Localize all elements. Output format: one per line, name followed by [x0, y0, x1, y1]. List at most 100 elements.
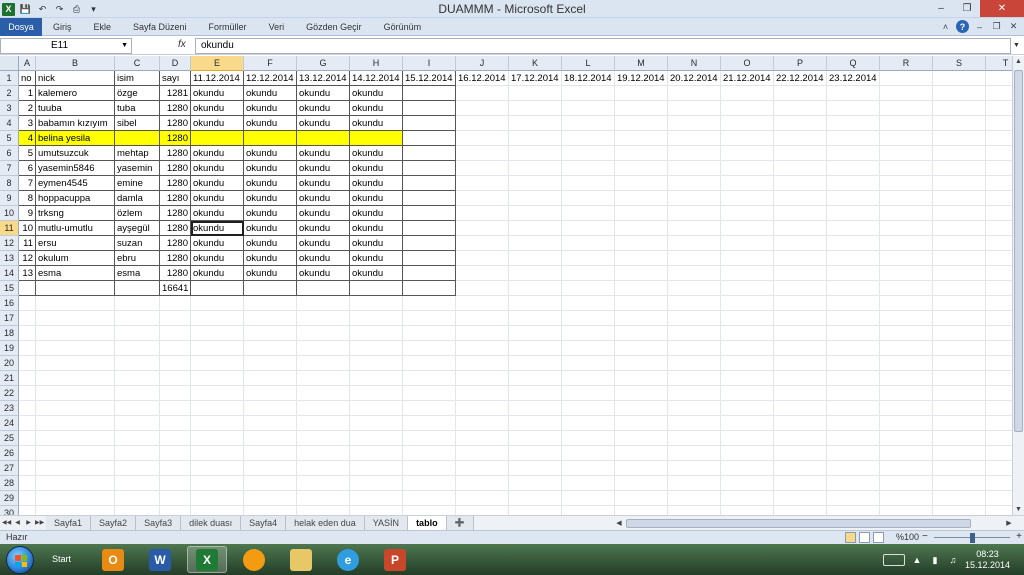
cell-e1[interactable]: 11.12.2014 [191, 71, 244, 86]
cell-l9[interactable] [562, 191, 615, 206]
cell-s5[interactable] [933, 131, 986, 146]
cell-p16[interactable] [774, 296, 827, 311]
scroll-up-icon[interactable]: ▲ [1013, 56, 1024, 67]
cell-o29[interactable] [721, 491, 774, 506]
row-header-25[interactable]: 25 [0, 431, 19, 446]
cell-r4[interactable] [880, 116, 933, 131]
cell-n19[interactable] [668, 341, 721, 356]
cell-t5[interactable] [986, 131, 1012, 146]
cell-i11[interactable] [403, 221, 456, 236]
cell-c15[interactable] [115, 281, 160, 296]
column-header-m[interactable]: M [615, 56, 668, 71]
cell-n21[interactable] [668, 371, 721, 386]
cell-n3[interactable] [668, 101, 721, 116]
cell-h26[interactable] [350, 446, 403, 461]
cell-a9[interactable]: 8 [19, 191, 36, 206]
cell-h13[interactable]: okundu [350, 251, 403, 266]
cell-j14[interactable] [456, 266, 509, 281]
cell-t23[interactable] [986, 401, 1012, 416]
cell-o21[interactable] [721, 371, 774, 386]
cell-h18[interactable] [350, 326, 403, 341]
formula-input[interactable]: okundu [195, 38, 1011, 54]
cell-a16[interactable] [19, 296, 36, 311]
cell-o5[interactable] [721, 131, 774, 146]
cell-n20[interactable] [668, 356, 721, 371]
vertical-scroll-thumb[interactable] [1014, 70, 1023, 432]
cell-k16[interactable] [509, 296, 562, 311]
cell-l27[interactable] [562, 461, 615, 476]
cell-j5[interactable] [456, 131, 509, 146]
cell-d19[interactable] [160, 341, 191, 356]
cell-k23[interactable] [509, 401, 562, 416]
cell-q13[interactable] [827, 251, 880, 266]
cell-c12[interactable]: suzan [115, 236, 160, 251]
cell-m11[interactable] [615, 221, 668, 236]
cell-q10[interactable] [827, 206, 880, 221]
clock[interactable]: 08:23 15.12.2014 [965, 549, 1010, 571]
cell-e5[interactable] [191, 131, 244, 146]
select-all-corner[interactable] [0, 56, 19, 71]
zoom-out-icon[interactable]: − [922, 531, 928, 542]
cell-j25[interactable] [456, 431, 509, 446]
cell-r17[interactable] [880, 311, 933, 326]
cell-l3[interactable] [562, 101, 615, 116]
cell-t2[interactable] [986, 86, 1012, 101]
cell-h1[interactable]: 14.12.2014 [350, 71, 403, 86]
tab-data[interactable]: Veri [258, 22, 296, 32]
taskbar-explorer[interactable] [281, 546, 321, 573]
cell-f23[interactable] [244, 401, 297, 416]
cell-r8[interactable] [880, 176, 933, 191]
cell-r25[interactable] [880, 431, 933, 446]
cell-f30[interactable] [244, 506, 297, 515]
column-header-a[interactable]: A [19, 56, 36, 71]
cell-l19[interactable] [562, 341, 615, 356]
cell-k24[interactable] [509, 416, 562, 431]
cell-s29[interactable] [933, 491, 986, 506]
cell-k1[interactable]: 17.12.2014 [509, 71, 562, 86]
horizontal-scrollbar[interactable]: ◀ ▶ [614, 518, 1014, 529]
cell-k30[interactable] [509, 506, 562, 515]
cell-p23[interactable] [774, 401, 827, 416]
cell-d9[interactable]: 1280 [160, 191, 191, 206]
cell-m20[interactable] [615, 356, 668, 371]
cell-o24[interactable] [721, 416, 774, 431]
cell-j7[interactable] [456, 161, 509, 176]
cell-t3[interactable] [986, 101, 1012, 116]
cell-l10[interactable] [562, 206, 615, 221]
cell-o14[interactable] [721, 266, 774, 281]
cell-b8[interactable]: eymen4545 [36, 176, 115, 191]
cell-d23[interactable] [160, 401, 191, 416]
cell-g10[interactable]: okundu [297, 206, 350, 221]
cell-r10[interactable] [880, 206, 933, 221]
cell-n30[interactable] [668, 506, 721, 515]
tab-review[interactable]: Gözden Geçir [295, 22, 373, 32]
cell-p6[interactable] [774, 146, 827, 161]
row-header-2[interactable]: 2 [0, 86, 19, 101]
cell-s11[interactable] [933, 221, 986, 236]
cell-q2[interactable] [827, 86, 880, 101]
cell-l29[interactable] [562, 491, 615, 506]
cell-c16[interactable] [115, 296, 160, 311]
cell-f21[interactable] [244, 371, 297, 386]
cell-c13[interactable]: ebru [115, 251, 160, 266]
cell-t14[interactable] [986, 266, 1012, 281]
cell-o19[interactable] [721, 341, 774, 356]
cell-g8[interactable]: okundu [297, 176, 350, 191]
cell-q16[interactable] [827, 296, 880, 311]
cell-o8[interactable] [721, 176, 774, 191]
cell-c27[interactable] [115, 461, 160, 476]
sheet-tab[interactable]: YASİN [364, 516, 409, 531]
cell-p27[interactable] [774, 461, 827, 476]
cell-j19[interactable] [456, 341, 509, 356]
cell-t12[interactable] [986, 236, 1012, 251]
row-header-8[interactable]: 8 [0, 176, 19, 191]
cell-a28[interactable] [19, 476, 36, 491]
cell-i30[interactable] [403, 506, 456, 515]
sheet-tab[interactable]: Sayfa4 [241, 516, 287, 531]
cell-q15[interactable] [827, 281, 880, 296]
cell-c25[interactable] [115, 431, 160, 446]
cell-d26[interactable] [160, 446, 191, 461]
cell-t26[interactable] [986, 446, 1012, 461]
cell-c2[interactable]: özge [115, 86, 160, 101]
cell-j20[interactable] [456, 356, 509, 371]
